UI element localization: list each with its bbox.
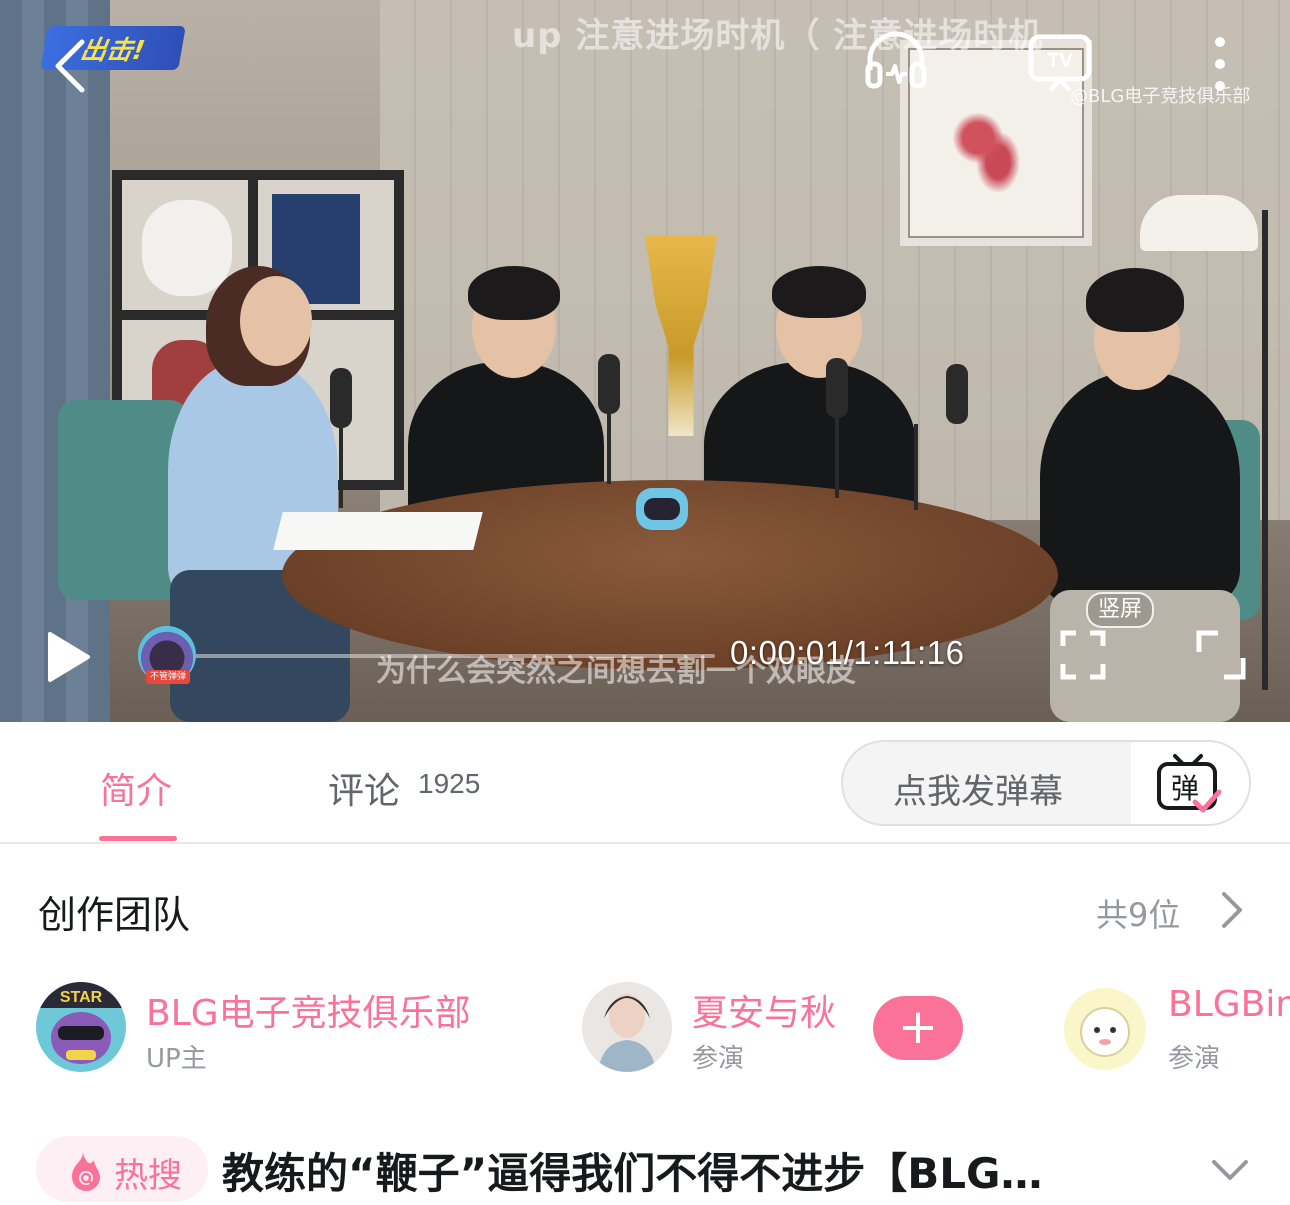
tab-intro[interactable]: 简介 [100, 762, 172, 814]
video-curtain [0, 0, 110, 722]
progress-bar[interactable] [170, 654, 715, 658]
member-role: 参演 [692, 1044, 745, 1074]
team-member[interactable]: 夏安与秋 参演 [582, 982, 862, 1078]
avatar[interactable] [582, 982, 672, 1072]
member-role: UP主 [146, 1044, 207, 1074]
video-player-3 [1040, 372, 1240, 602]
tv-cast-icon[interactable]: TV [1028, 34, 1092, 92]
svg-text:STAR: STAR [60, 989, 103, 1006]
danmaku-input[interactable]: 点我发弹幕 弹 [841, 740, 1251, 826]
headphones-icon[interactable] [864, 30, 928, 90]
back-arrow-icon[interactable] [50, 38, 90, 94]
vertical-fullscreen-icon[interactable] [1060, 630, 1106, 680]
chevron-right-icon[interactable] [1220, 890, 1244, 930]
team-section-title: 创作团队 [38, 893, 191, 937]
scrubber-tag: 不管弹弹 [146, 670, 190, 684]
chevron-down-icon[interactable] [1210, 1158, 1250, 1182]
fullscreen-icon[interactable] [1196, 630, 1246, 680]
vertical-screen-button[interactable]: 竖屏 [1086, 592, 1154, 628]
team-member[interactable]: STAR BLG电子竞技俱乐部 UP主 [36, 982, 516, 1078]
comment-count: 1925 [418, 768, 481, 799]
svg-text:TV: TV [1047, 50, 1073, 72]
member-name[interactable]: 夏安与秋 [692, 984, 836, 1036]
member-role: 参演 [1168, 1044, 1221, 1074]
avatar[interactable]: STAR [36, 982, 126, 1072]
team-member[interactable]: BLGBin 参演 [1062, 982, 1290, 1078]
team-count-link[interactable]: 共9位 [1096, 890, 1180, 936]
more-vertical-icon[interactable] [1210, 36, 1230, 92]
play-icon[interactable] [44, 630, 92, 684]
hot-search-badge[interactable]: 热搜 [36, 1136, 208, 1202]
video-lamp [1140, 195, 1258, 251]
video-player[interactable]: up 注意进场时机（ 注意进场时机 @BLG电子竞技俱乐部 出击! 为什么会突然… [0, 0, 1290, 722]
video-table-robot [636, 488, 688, 530]
danmaku-overlay-text: up 注意进场时机（ 注意进场时机 [512, 16, 1044, 56]
tab-active-indicator [99, 836, 177, 841]
avatar[interactable] [1064, 988, 1146, 1070]
video-title[interactable]: 教练的“鞭子”逼得我们不得不进步【BLG… [222, 1140, 1042, 1201]
content-tab-bar: 简介 评论 1925 点我发弹幕 弹 [0, 722, 1290, 844]
follow-button[interactable]: + [873, 996, 963, 1060]
danmaku-toggle-button[interactable]: 弹 [1131, 742, 1249, 824]
playback-time: 0:00:01/1:11:16 [730, 634, 965, 671]
member-name[interactable]: BLG电子竞技俱乐部 [146, 984, 471, 1036]
tab-comments[interactable]: 评论 [328, 762, 400, 814]
danmaku-placeholder: 点我发弹幕 [893, 772, 1063, 812]
flame-icon [71, 1150, 100, 1192]
danmaku-icon: 弹 [1157, 754, 1222, 813]
member-name[interactable]: BLGBin [1168, 984, 1290, 1025]
hot-search-label: 热搜 [114, 1156, 182, 1196]
